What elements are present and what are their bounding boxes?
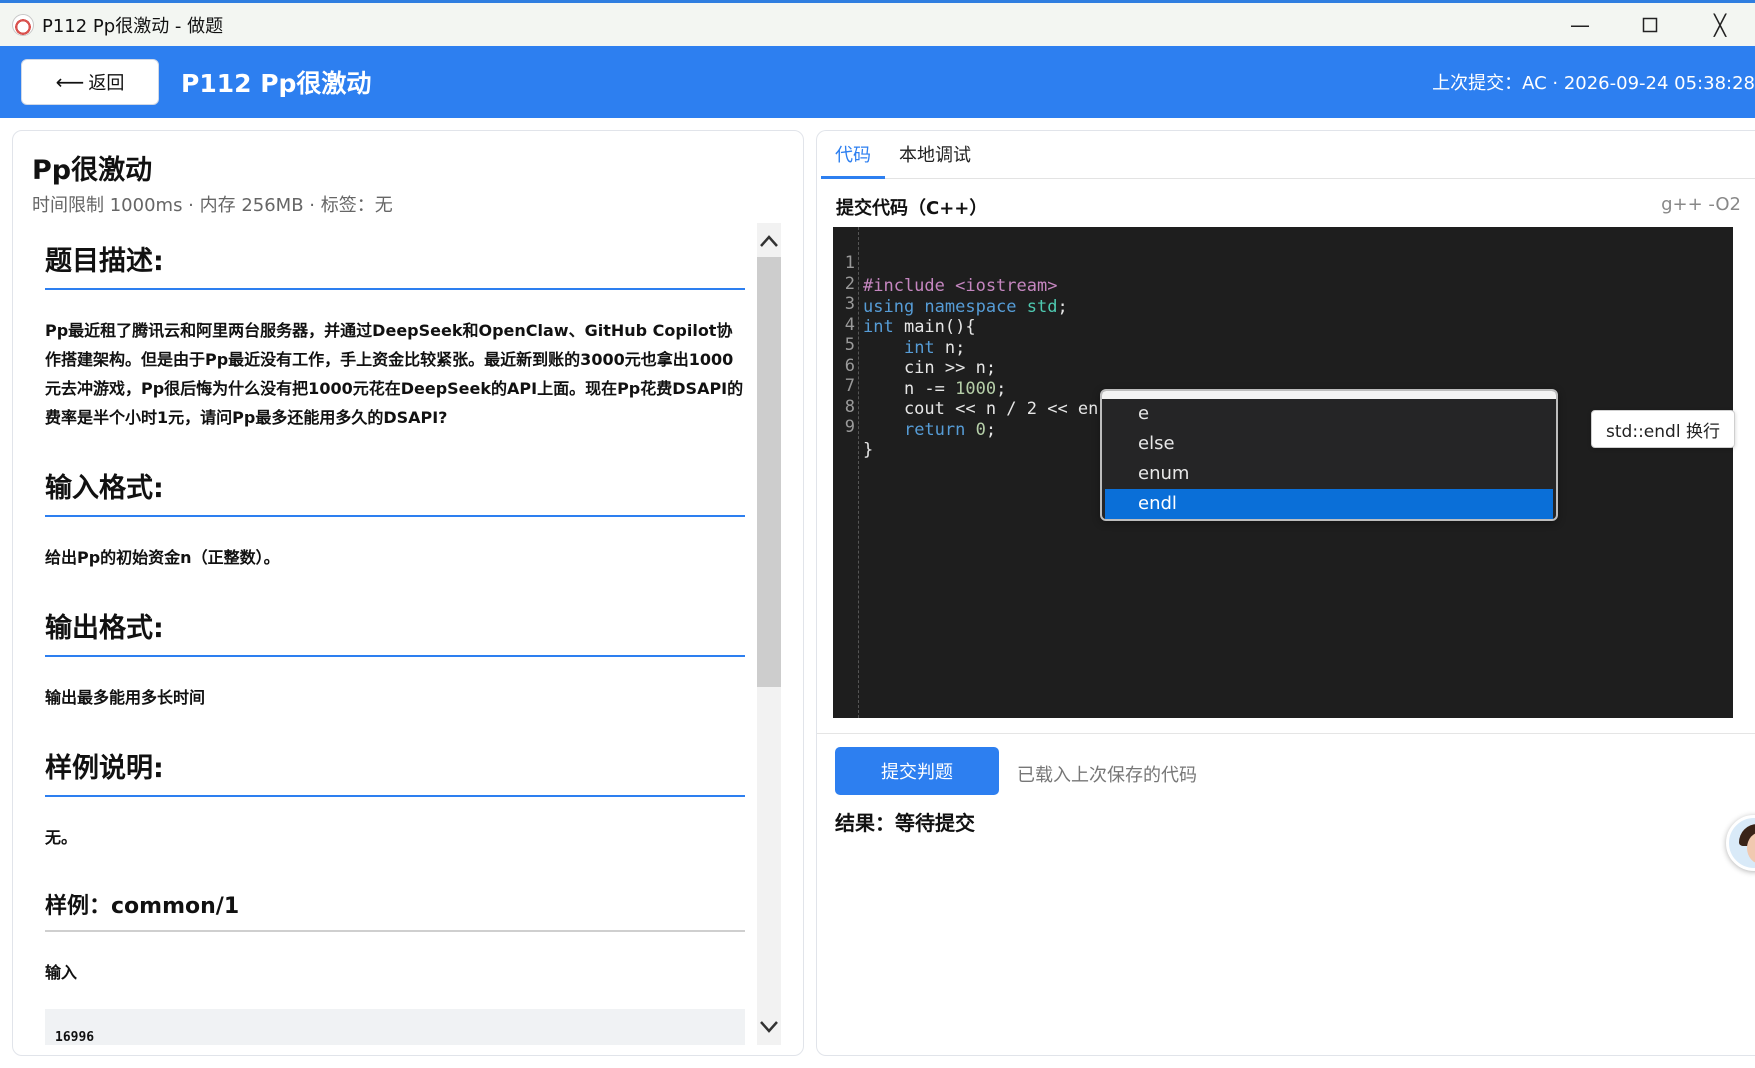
example-input-box: 16996 xyxy=(45,1009,745,1045)
output-format-text: 输出最多能用多长时间 xyxy=(45,688,206,707)
content-scrollbar[interactable] xyxy=(757,223,781,1045)
minimize-button[interactable]: — xyxy=(1545,3,1615,46)
example-input-label: 输入 xyxy=(45,963,78,982)
description-heading: 题目描述: xyxy=(45,223,745,290)
close-icon: ╳ xyxy=(1713,12,1727,37)
editor-panel: 代码 本地调试 提交代码（C++） g++ -O2 1 #include <io… xyxy=(816,130,1755,1056)
result-status: 结果：等待提交 xyxy=(835,811,975,835)
submit-judge-button[interactable]: 提交判题 xyxy=(835,747,999,795)
scroll-up-button[interactable] xyxy=(757,229,781,253)
autocomplete-popup: e else enum endl xyxy=(1100,389,1558,521)
last-submit-status: 上次提交：AC · 2026-09-24 05:38:28 xyxy=(1432,73,1755,94)
sample-explain-heading: 样例说明: xyxy=(45,730,745,797)
editor-tabs: 代码 本地调试 xyxy=(821,137,1755,179)
panel-divider xyxy=(817,733,1755,734)
problem-title: Pp很激动 xyxy=(32,155,153,186)
page-header: ⟵ 返回 P112 Pp很激动 上次提交：AC · 2026-09-24 05:… xyxy=(0,46,1755,118)
arrow-left-icon: ⟵ xyxy=(55,70,85,94)
back-button[interactable]: ⟵ 返回 xyxy=(21,59,159,105)
scroll-thumb[interactable] xyxy=(757,257,781,687)
autocomplete-item[interactable]: enum xyxy=(1102,459,1556,489)
description-text: Pp最近租了腾讯云和阿里两台服务器，并通过DeepSeek和OpenClaw、G… xyxy=(45,321,744,427)
input-format-heading: 输入格式: xyxy=(45,450,745,517)
tab-local-debug[interactable]: 本地调试 xyxy=(885,137,985,179)
chevron-up-icon xyxy=(760,235,778,247)
problem-panel: Pp很激动 时间限制 1000ms · 内存 256MB · 标签：无 题目描述… xyxy=(12,130,804,1056)
autocomplete-header xyxy=(1102,391,1556,399)
autocomplete-item[interactable]: else xyxy=(1102,429,1556,459)
problem-content[interactable]: 题目描述: Pp最近租了腾讯云和阿里两台服务器，并通过DeepSeek和Open… xyxy=(31,223,781,1045)
tab-code[interactable]: 代码 xyxy=(821,137,885,179)
loaded-hint: 已载入上次保存的代码 xyxy=(1017,765,1197,786)
code-language-label: 提交代码（C++） xyxy=(836,198,988,219)
window-titlebar: P112 Pp很激动 - 做题 — ╳ xyxy=(0,0,1755,46)
chevron-down-icon xyxy=(760,1021,778,1033)
autocomplete-item-selected[interactable]: endl xyxy=(1105,489,1553,519)
maximize-icon xyxy=(1642,17,1658,32)
input-format-text: 给出Pp的初始资金n（正整数）。 xyxy=(45,548,280,567)
back-button-label: 返回 xyxy=(88,73,125,94)
line-number: 9 xyxy=(844,417,855,437)
autocomplete-tooltip: std::endl 换行 xyxy=(1591,410,1735,448)
autocomplete-item[interactable]: e xyxy=(1102,399,1556,429)
maximize-button[interactable] xyxy=(1615,3,1685,46)
output-format-heading: 输出格式: xyxy=(45,590,745,657)
problem-content-inner: 题目描述: Pp最近租了腾讯云和阿里两台服务器，并通过DeepSeek和Open… xyxy=(45,223,745,1045)
compiler-flags: g++ -O2 xyxy=(1661,194,1741,215)
window-controls: — ╳ xyxy=(1545,3,1755,46)
example-heading: 样例：common/1 xyxy=(45,870,745,932)
code-text: } xyxy=(863,440,874,460)
minimize-icon: — xyxy=(1570,12,1590,37)
window-title: P112 Pp很激动 - 做题 xyxy=(42,15,224,37)
scroll-down-button[interactable] xyxy=(757,1015,781,1039)
problem-meta: 时间限制 1000ms · 内存 256MB · 标签：无 xyxy=(32,195,393,216)
close-button[interactable]: ╳ xyxy=(1685,3,1755,46)
sample-explain-text: 无。 xyxy=(45,828,78,847)
example-input-value: 16996 xyxy=(55,1030,95,1045)
app-icon xyxy=(12,13,34,36)
page-title: P112 Pp很激动 xyxy=(181,69,372,98)
